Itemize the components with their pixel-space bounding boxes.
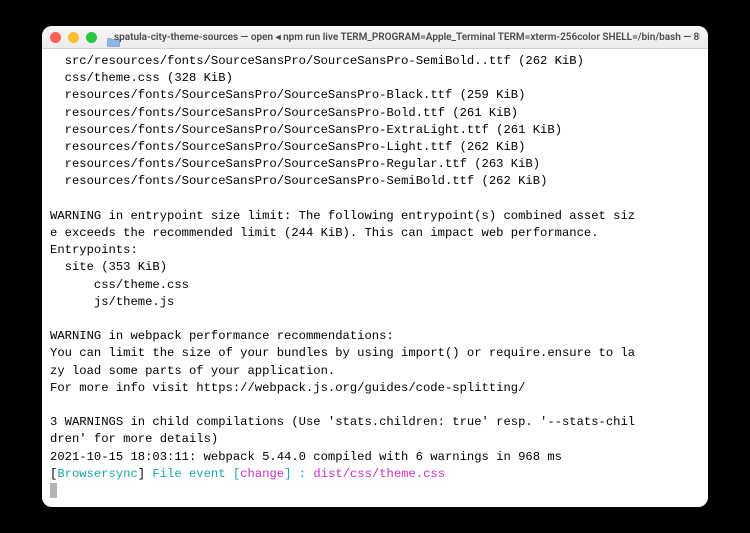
- warning-line: zy load some parts of your application.: [50, 364, 335, 378]
- warning-line: css/theme.css: [50, 278, 189, 292]
- terminal-window: spatula-city-theme-sources — open ◂ npm …: [42, 26, 708, 507]
- asset-line: resources/fonts/SourceSansPro/SourceSans…: [50, 88, 525, 102]
- browsersync-label: Browsersync: [57, 467, 137, 481]
- compile-status: 2021-10-15 18:03:11: webpack 5.44.0 comp…: [50, 450, 562, 464]
- warning-line: site (353 KiB): [50, 260, 167, 274]
- close-icon[interactable]: [50, 32, 61, 43]
- warning-line: Entrypoints:: [50, 243, 138, 257]
- asset-line: src/resources/fonts/SourceSansPro/Source…: [50, 54, 584, 68]
- browsersync-line: [Browsersync] File event [change] : dist…: [50, 467, 445, 481]
- folder-icon: [107, 32, 120, 42]
- terminal-output[interactable]: src/resources/fonts/SourceSansPro/Source…: [42, 49, 708, 507]
- warning-line: dren' for more details): [50, 432, 218, 446]
- warning-line: 3 WARNINGS in child compilations (Use 's…: [50, 415, 635, 429]
- warning-line: You can limit the size of your bundles b…: [50, 346, 635, 360]
- asset-line: resources/fonts/SourceSansPro/SourceSans…: [50, 123, 562, 137]
- zoom-icon[interactable]: [86, 32, 97, 43]
- asset-line: resources/fonts/SourceSansPro/SourceSans…: [50, 174, 547, 188]
- warning-line: WARNING in webpack performance recommend…: [50, 329, 394, 343]
- changed-file: dist/css/theme.css: [313, 467, 445, 481]
- warning-line: js/theme.js: [50, 295, 174, 309]
- cursor-icon: [50, 483, 57, 498]
- warning-line: For more info visit https://webpack.js.o…: [50, 381, 525, 395]
- minimize-icon[interactable]: [68, 32, 79, 43]
- asset-line: resources/fonts/SourceSansPro/SourceSans…: [50, 157, 540, 171]
- traffic-lights: [50, 32, 97, 43]
- asset-line: resources/fonts/SourceSansPro/SourceSans…: [50, 106, 518, 120]
- warning-line: WARNING in entrypoint size limit: The fo…: [50, 209, 635, 223]
- window-title: spatula-city-theme-sources — open ◂ npm …: [114, 32, 700, 43]
- asset-line: css/theme.css (328 KiB): [50, 71, 233, 85]
- asset-line: resources/fonts/SourceSansPro/SourceSans…: [50, 140, 525, 154]
- titlebar: spatula-city-theme-sources — open ◂ npm …: [42, 26, 708, 49]
- warning-line: e exceeds the recommended limit (244 KiB…: [50, 226, 599, 240]
